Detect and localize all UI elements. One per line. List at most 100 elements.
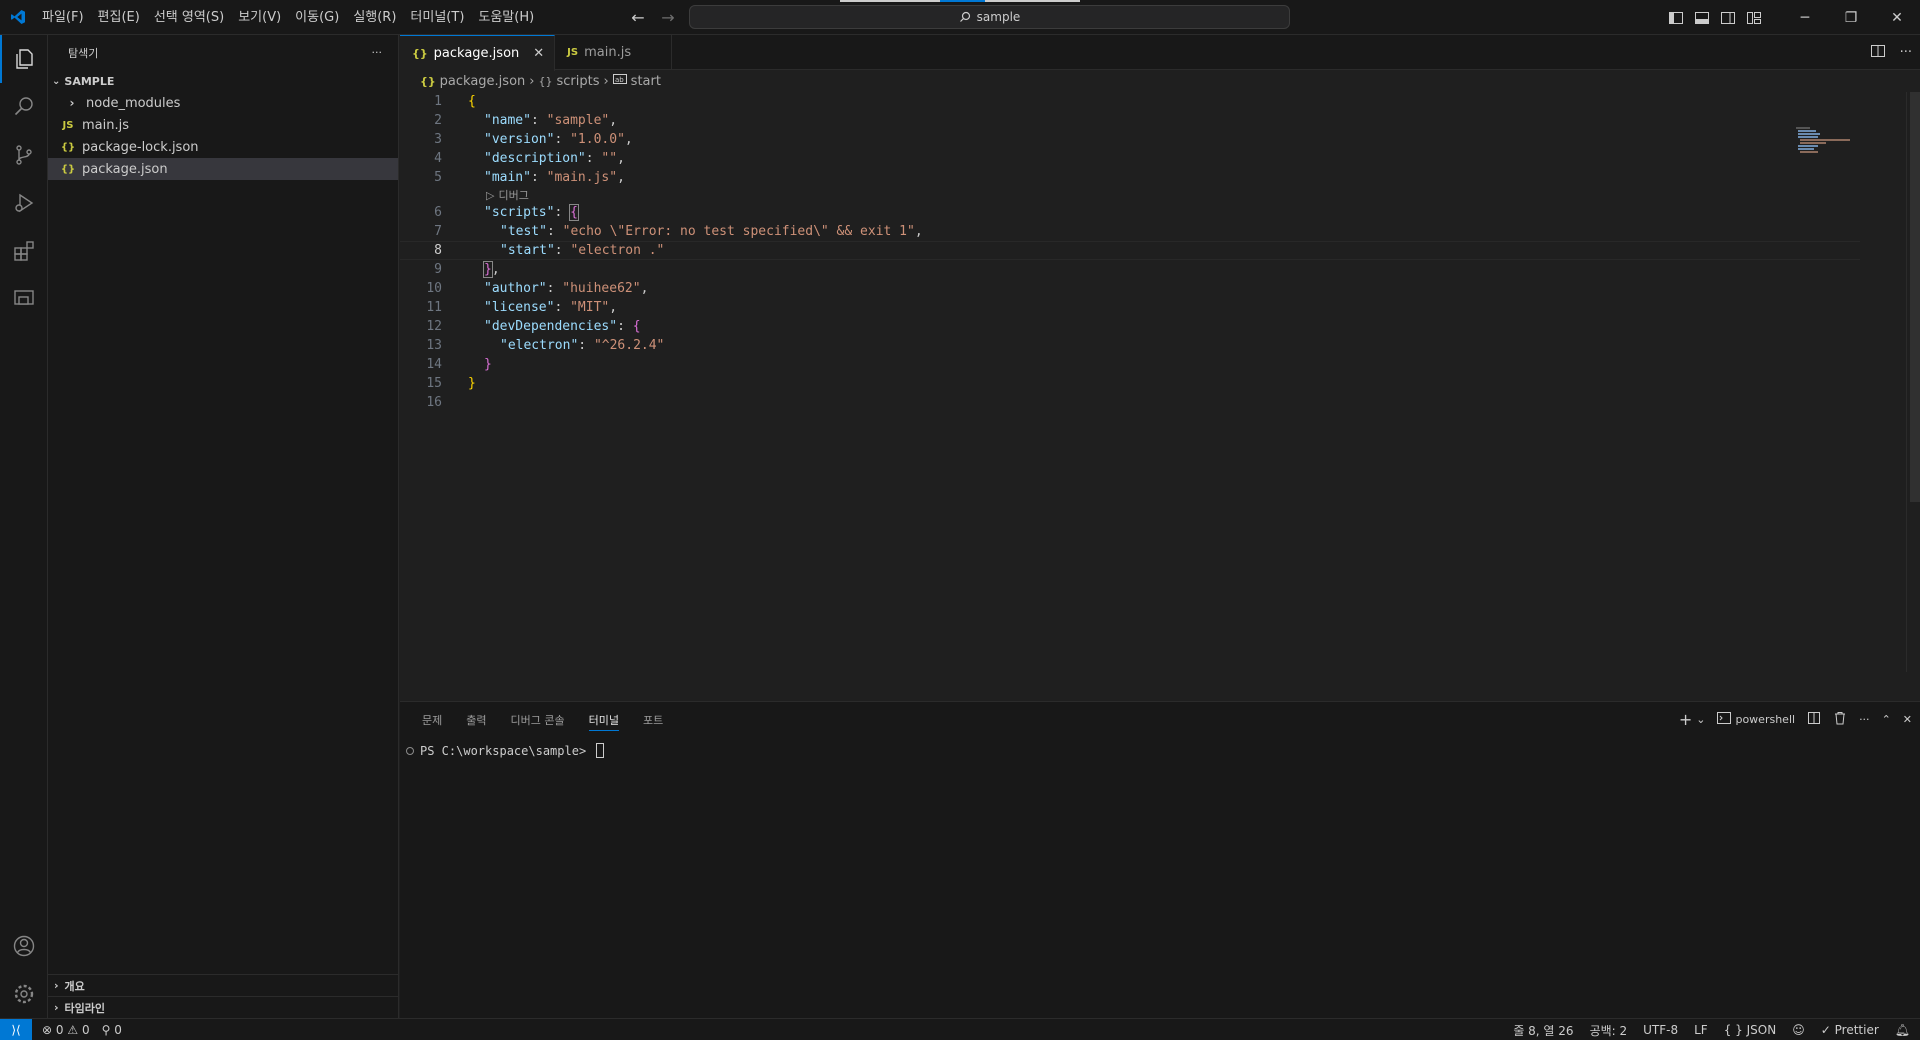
split-editor-icon[interactable]: [1870, 43, 1886, 63]
breadcrumb-scripts[interactable]: scripts: [556, 74, 599, 89]
new-terminal-icon[interactable]: +: [1679, 710, 1692, 729]
more-actions-icon[interactable]: ···: [1859, 713, 1870, 726]
line-number: 1: [434, 94, 442, 109]
language-mode[interactable]: { } JSON: [1724, 1023, 1777, 1037]
debug-codelens[interactable]: ▷ 디버그: [400, 187, 1860, 203]
braces-icon: { }: [1723, 1023, 1743, 1037]
tab-problems[interactable]: 문제: [412, 702, 452, 737]
trash-icon[interactable]: [1833, 711, 1847, 728]
terminal-shell-name[interactable]: powershell: [1735, 713, 1795, 726]
menu-go[interactable]: 이동(G): [288, 0, 346, 35]
breadcrumb-file[interactable]: package.json: [440, 74, 526, 89]
minimap[interactable]: [1796, 127, 1856, 157]
menu-view[interactable]: 보기(V): [231, 0, 288, 35]
menu-bar: 파일(F) 편집(E) 선택 영역(S) 보기(V) 이동(G) 실행(R) 터…: [35, 0, 541, 35]
code-line: 6 "scripts": {: [400, 203, 1860, 222]
menu-edit[interactable]: 편집(E): [91, 0, 147, 35]
tab-main-js[interactable]: JS main.js: [555, 35, 673, 70]
split-terminal-icon[interactable]: [1807, 711, 1821, 728]
code-line: 3 "version": "1.0.0",: [400, 130, 1860, 149]
menu-help[interactable]: 도움말(H): [471, 0, 541, 35]
line-number: 6: [434, 205, 442, 220]
explorer-sidebar: 탐색기 ··· ⌄ SAMPLE › node_modules JS main.…: [48, 35, 399, 1018]
editor-scrollbar[interactable]: [1906, 92, 1920, 672]
terminal-output[interactable]: PS C:\workspace\sample>: [400, 737, 1920, 758]
extensions-icon[interactable]: [0, 227, 48, 275]
customize-layout-icon[interactable]: [1746, 10, 1762, 26]
close-window-button[interactable]: ✕: [1874, 0, 1920, 35]
tab-output[interactable]: 출력: [456, 702, 496, 737]
workspace-section-header[interactable]: ⌄ SAMPLE: [48, 70, 398, 92]
json-file-icon: {}: [420, 74, 436, 88]
remote-explorer-icon[interactable]: [0, 275, 48, 323]
tree-item-label: package.json: [82, 161, 168, 177]
code-line: 15}: [400, 374, 1860, 393]
more-actions-icon[interactable]: ···: [372, 46, 383, 59]
prettier-status[interactable]: ✓ Prettier: [1821, 1023, 1879, 1037]
chevron-down-icon: ⌄: [52, 75, 61, 87]
codelens-label: 디버그: [498, 189, 529, 202]
terminal-status-dot-icon: [406, 746, 414, 755]
toggle-panel-icon[interactable]: [1694, 10, 1710, 26]
end-of-line[interactable]: LF: [1694, 1023, 1708, 1037]
maximize-panel-icon[interactable]: ⌃: [1882, 713, 1891, 726]
source-control-icon[interactable]: [0, 131, 48, 179]
code-line: 2 "name": "sample",: [400, 111, 1860, 130]
menu-terminal[interactable]: 터미널(T): [403, 0, 471, 35]
command-center-text: sample: [976, 10, 1021, 24]
cursor-position[interactable]: 줄 8, 열 26: [1513, 1022, 1573, 1039]
code-line: 12 "devDependencies": {: [400, 317, 1860, 336]
close-panel-icon[interactable]: ✕: [1903, 713, 1912, 726]
code-line: 1{: [400, 92, 1860, 111]
notifications-bell-icon[interactable]: 🔔︎: [1895, 1023, 1910, 1037]
toggle-primary-sidebar-icon[interactable]: [1668, 10, 1684, 26]
explorer-icon[interactable]: [0, 35, 48, 83]
chevron-down-icon[interactable]: ⌄: [1696, 713, 1705, 726]
accounts-icon[interactable]: [0, 922, 48, 970]
breadcrumb-start[interactable]: start: [631, 74, 661, 89]
ports-indicator[interactable]: ⚲ 0: [102, 1023, 122, 1037]
toggle-secondary-sidebar-icon[interactable]: [1720, 10, 1736, 26]
title-controls: ─ ❐ ✕: [1668, 0, 1920, 35]
outline-section-header[interactable]: › 개요: [48, 974, 399, 996]
more-actions-icon[interactable]: ···: [1900, 45, 1912, 60]
editor-area: {} package.json ✕ JS main.js ··· {} pack…: [400, 35, 1920, 701]
back-arrow-icon[interactable]: ←: [628, 8, 648, 27]
tab-ports[interactable]: 포트: [633, 702, 673, 737]
restore-button[interactable]: ❐: [1828, 0, 1874, 35]
menu-file[interactable]: 파일(F): [35, 0, 91, 35]
forward-arrow-icon[interactable]: →: [658, 8, 678, 27]
settings-gear-icon[interactable]: [0, 970, 48, 1018]
code-editor[interactable]: 1{ 2 "name": "sample", 3 "version": "1.0.0…: [400, 92, 1860, 412]
remote-indicator-icon[interactable]: ⟩⟨: [0, 1018, 32, 1040]
menu-run[interactable]: 실행(R): [346, 0, 403, 35]
tab-package-json[interactable]: {} package.json ✕: [400, 35, 556, 71]
code-line: 10 "author": "huihee62",: [400, 279, 1860, 298]
command-center[interactable]: sample: [689, 5, 1290, 29]
encoding[interactable]: UTF-8: [1643, 1023, 1678, 1037]
tree-item-main-js[interactable]: JS main.js: [48, 114, 398, 136]
activity-bar: [0, 35, 48, 1018]
run-debug-icon[interactable]: [0, 179, 48, 227]
indentation[interactable]: 공백: 2: [1590, 1022, 1628, 1039]
tree-item-package-lock-json[interactable]: {} package-lock.json: [48, 136, 398, 158]
ports-icon: ⚲: [101, 1022, 111, 1037]
copilot-icon[interactable]: ☺: [1792, 1023, 1805, 1037]
tree-item-node-modules[interactable]: › node_modules: [48, 92, 398, 114]
js-file-icon: JS: [567, 47, 579, 58]
problems-indicator[interactable]: ⊗ 0 ⚠ 0: [42, 1023, 90, 1037]
code-line: 11 "license": "MIT",: [400, 298, 1860, 317]
search-icon[interactable]: [0, 83, 48, 131]
sidebar-header: 탐색기 ···: [48, 35, 398, 70]
close-icon[interactable]: ✕: [533, 46, 544, 61]
tree-item-package-json[interactable]: {} package.json: [48, 158, 398, 180]
sidebar-title: 탐색기: [68, 46, 99, 60]
timeline-section-header[interactable]: › 타임라인: [48, 996, 399, 1018]
tab-debug-console[interactable]: 디버그 콘솔: [501, 702, 575, 737]
menu-selection[interactable]: 선택 영역(S): [147, 0, 231, 35]
tab-terminal[interactable]: 터미널: [579, 702, 629, 737]
object-icon: {}: [538, 74, 553, 88]
minimize-button[interactable]: ─: [1782, 0, 1828, 35]
code-line: 9},: [400, 260, 1860, 279]
nav-arrows: ← →: [628, 0, 678, 35]
